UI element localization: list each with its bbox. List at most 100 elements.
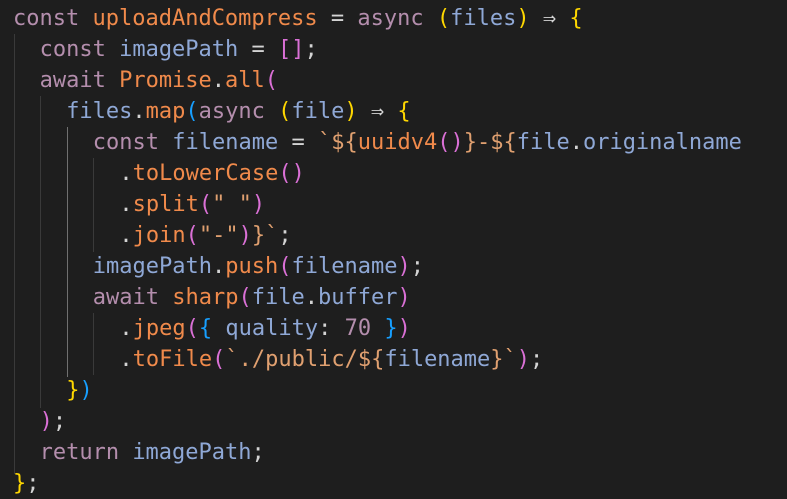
code-token: ; bbox=[304, 37, 318, 62]
code-token: ) bbox=[238, 223, 252, 248]
code-token: [] bbox=[278, 37, 305, 62]
code-token: . bbox=[119, 192, 133, 217]
code-token: "-" bbox=[198, 223, 239, 248]
code-token: file bbox=[516, 130, 570, 155]
code-token: = bbox=[278, 130, 318, 155]
code-token: ( bbox=[238, 285, 252, 310]
code-token: { bbox=[397, 99, 411, 124]
code-token: originalname bbox=[582, 130, 742, 155]
code-token: }` bbox=[490, 347, 517, 372]
code-token: { bbox=[569, 6, 583, 31]
code-token: ⇒ bbox=[529, 6, 570, 31]
code-token: . bbox=[212, 254, 226, 279]
code-token: filename bbox=[384, 347, 491, 372]
code-token: ; bbox=[410, 254, 424, 279]
code-token: ; bbox=[52, 409, 67, 434]
code-token: }-${ bbox=[463, 130, 517, 155]
code-token: async bbox=[198, 99, 279, 124]
code-token: ; bbox=[278, 223, 292, 248]
code-token: sharp bbox=[172, 285, 239, 310]
code-editor[interactable]: const uploadAndCompress = async (files) … bbox=[0, 0, 787, 497]
code-token: ) bbox=[397, 254, 411, 279]
code-token: . bbox=[119, 161, 133, 186]
code-token: ) bbox=[79, 378, 93, 403]
code-token: uuidv4 bbox=[357, 130, 438, 155]
code-token: . bbox=[119, 223, 133, 248]
code-token: } bbox=[13, 471, 27, 496]
code-token: file bbox=[251, 285, 305, 310]
code-token: ) bbox=[397, 285, 411, 310]
code-token: () bbox=[437, 130, 464, 155]
code-line: .split(" ") bbox=[119, 189, 265, 220]
code-token: jpeg bbox=[132, 316, 186, 341]
code-token: . bbox=[119, 316, 133, 341]
code-token: await bbox=[39, 68, 120, 93]
indent-guide bbox=[93, 313, 94, 375]
code-token: const bbox=[92, 130, 173, 155]
code-line: imagePath.push(filename); bbox=[93, 251, 424, 282]
code-token: : bbox=[318, 316, 345, 341]
code-line: return imagePath; bbox=[40, 437, 265, 468]
code-token: ( bbox=[278, 254, 292, 279]
indent-guide bbox=[93, 158, 94, 252]
code-token: push bbox=[225, 254, 279, 279]
code-token: return bbox=[39, 440, 133, 465]
indent-guide-active bbox=[67, 127, 68, 377]
code-token: quality bbox=[225, 316, 319, 341]
code-token: uploadAndCompress bbox=[92, 6, 318, 31]
code-line: .toFile(`./public/${filename}`); bbox=[119, 344, 543, 375]
code-token: await bbox=[92, 285, 173, 310]
code-token: async bbox=[357, 6, 437, 31]
code-line: files.map(async (file) ⇒ { bbox=[66, 96, 410, 127]
code-token: = bbox=[238, 37, 279, 62]
code-line: }; bbox=[13, 468, 40, 499]
code-line: await sharp(file.buffer) bbox=[93, 282, 411, 313]
code-token: ( bbox=[185, 223, 199, 248]
code-line: const filename = `${uuidv4()}-${file.ori… bbox=[93, 127, 742, 158]
code-token: ) bbox=[397, 316, 411, 341]
code-token: filename bbox=[172, 130, 279, 155]
code-token: ( bbox=[436, 6, 451, 31]
code-token: Promise bbox=[119, 68, 212, 93]
code-token: ⇒ bbox=[357, 99, 398, 124]
code-token: . bbox=[304, 285, 318, 310]
code-token: ( bbox=[185, 99, 199, 124]
code-token: ; bbox=[251, 440, 265, 465]
code-token: `./public/${ bbox=[225, 347, 385, 372]
code-token: . bbox=[132, 99, 146, 124]
code-token: ) bbox=[344, 99, 358, 124]
code-token: toFile bbox=[132, 347, 213, 372]
code-token: () bbox=[278, 161, 305, 186]
code-token: filename bbox=[291, 254, 398, 279]
code-line: await Promise.all( bbox=[40, 65, 278, 96]
indent-guide bbox=[14, 34, 15, 474]
code-token: ( bbox=[198, 192, 213, 217]
code-token: = bbox=[317, 6, 358, 31]
code-token: imagePath bbox=[119, 37, 239, 62]
code-token: ) bbox=[516, 6, 530, 31]
code-token: ( bbox=[278, 99, 292, 124]
code-token: join bbox=[132, 223, 186, 248]
code-token: ) bbox=[39, 409, 53, 434]
code-token: }` bbox=[251, 223, 279, 248]
code-token: map bbox=[145, 99, 186, 124]
code-token: files bbox=[450, 6, 517, 31]
code-token: buffer bbox=[318, 285, 398, 310]
code-token: const bbox=[39, 37, 120, 62]
code-token: imagePath bbox=[132, 440, 252, 465]
code-line: ); bbox=[40, 406, 67, 437]
code-line: const imagePath = []; bbox=[40, 34, 318, 65]
code-token: const bbox=[13, 6, 93, 31]
code-token: ( bbox=[212, 347, 226, 372]
code-line: const uploadAndCompress = async (files) … bbox=[13, 3, 583, 34]
code-token: . bbox=[119, 347, 133, 372]
code-line: .toLowerCase() bbox=[119, 158, 304, 189]
code-token: ( bbox=[185, 316, 199, 341]
code-token: ) bbox=[251, 192, 266, 217]
code-token: split bbox=[132, 192, 199, 217]
code-token: imagePath bbox=[92, 254, 213, 279]
code-line: .jpeg({ quality: 70 }) bbox=[119, 313, 410, 344]
code-line: .join("-")}`; bbox=[119, 220, 291, 251]
code-line: }) bbox=[66, 375, 93, 406]
code-token: ; bbox=[530, 347, 544, 372]
